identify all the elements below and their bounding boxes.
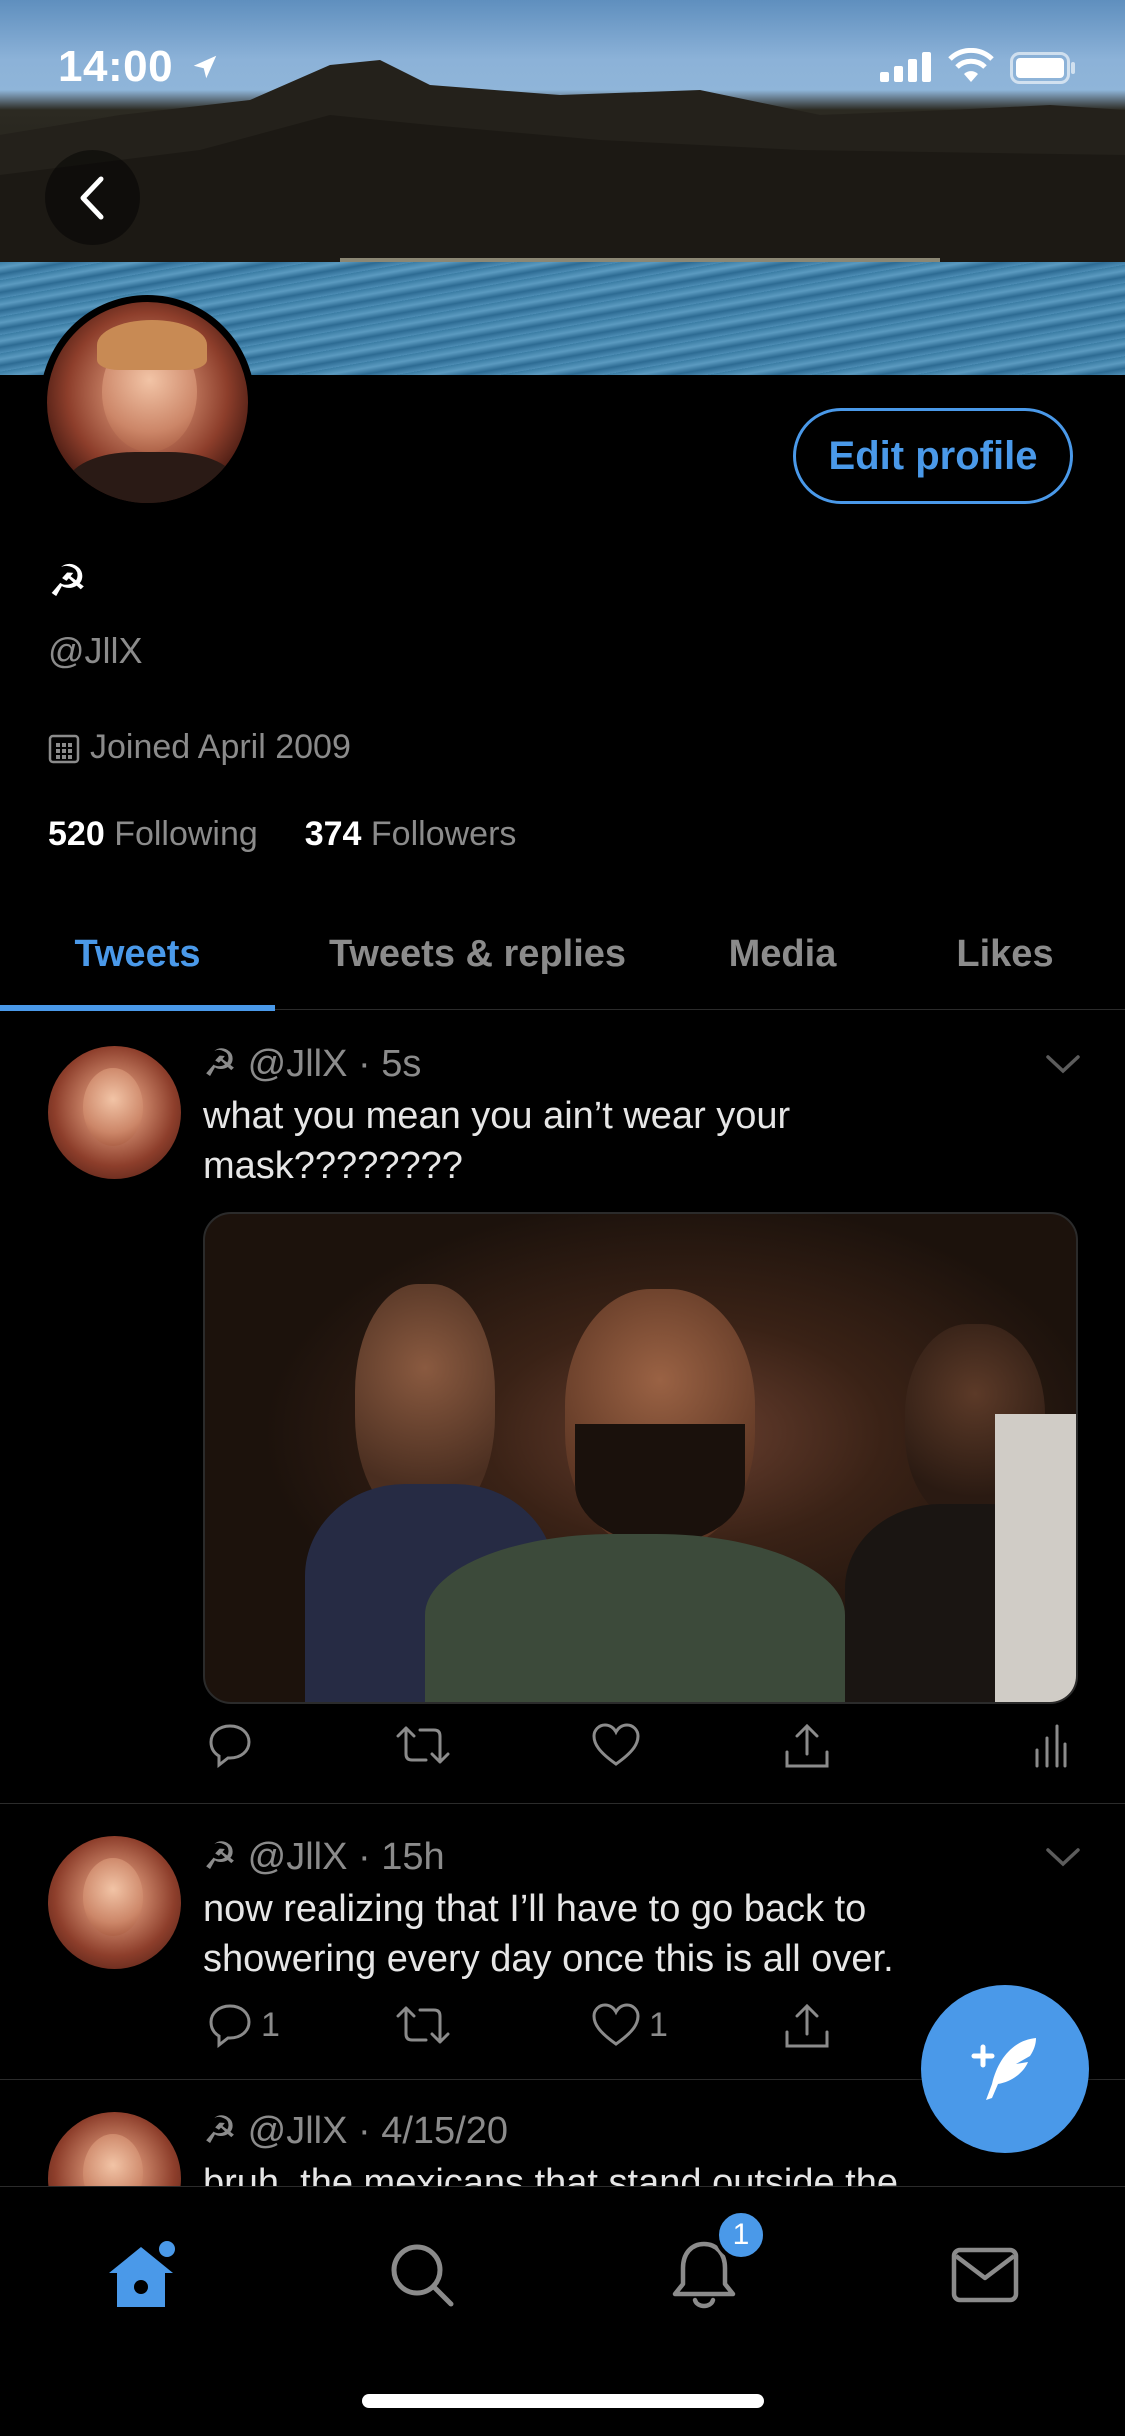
nav-search[interactable] <box>382 2235 462 2315</box>
tweet-text: now realizing that I’ll have to go back … <box>203 1888 894 1980</box>
tab-tweets-replies[interactable]: Tweets & replies <box>275 898 680 1010</box>
following-count: 520 <box>48 815 105 853</box>
tweet-text: what you mean you ain’t wear your mask??… <box>203 1095 791 1187</box>
location-arrow-icon <box>193 55 217 79</box>
wifi-icon <box>948 48 994 82</box>
joined-text: Joined April 2009 <box>90 728 351 766</box>
tweet-author-name: ☭ <box>203 2110 238 2152</box>
like-icon <box>592 2003 640 2046</box>
tweet-text: bruh, the mexicans that stand outside th… <box>203 2162 898 2186</box>
share-icon <box>785 2003 829 2048</box>
media-figure-center-body <box>425 1534 845 1702</box>
tweet-avatar[interactable] <box>48 1046 181 1179</box>
tweet-author-name: ☭ <box>203 1836 238 1878</box>
home-indicator[interactable] <box>362 2394 764 2408</box>
share-button[interactable] <box>783 2002 831 2050</box>
display-name: ☭ <box>48 557 88 606</box>
back-button[interactable] <box>45 150 140 245</box>
retweet-button[interactable] <box>396 1722 450 1768</box>
retweet-button[interactable] <box>396 2002 450 2048</box>
followers-link[interactable]: 374 Followers <box>305 815 517 853</box>
follow-stats: 520 Following 374 Followers <box>48 815 516 854</box>
analytics-icon <box>1035 1724 1067 1768</box>
tab-tweets[interactable]: Tweets <box>0 898 275 1010</box>
media-figure-center-beard <box>575 1424 745 1544</box>
reply-button[interactable] <box>207 1722 261 1768</box>
tweet-avatar[interactable] <box>48 2112 181 2186</box>
profile-tabs: Tweets Tweets & replies Media Likes <box>0 898 1125 1011</box>
battery-icon <box>1010 52 1075 84</box>
avatar-face <box>83 2134 143 2186</box>
tweet-media-image[interactable] <box>203 1212 1078 1704</box>
home-icon <box>109 2241 175 2307</box>
signal-icon <box>880 52 931 82</box>
chevron-down-icon[interactable] <box>1045 1053 1081 1077</box>
reply-icon <box>209 2004 251 2048</box>
tweet-time: 4/15/20 <box>381 2110 509 2152</box>
tab-media[interactable]: Media <box>680 898 885 1010</box>
tweet-time: 15h <box>381 1836 445 1878</box>
following-link[interactable]: 520 Following <box>48 815 258 853</box>
avatar-face <box>83 1858 143 1936</box>
reply-button[interactable]: 1 <box>207 2002 280 2048</box>
avatar-hair <box>97 320 207 370</box>
tweet-header: ☭ @JllX · 5s <box>203 1043 422 1085</box>
compose-tweet-button[interactable] <box>921 1985 1089 2153</box>
chevron-down-icon[interactable] <box>1045 1846 1081 1870</box>
retweet-icon <box>396 2006 450 2044</box>
followers-count: 374 <box>304 815 362 853</box>
tweet-header: ☭ @JllX · 4/15/20 <box>203 2110 509 2152</box>
like-icon <box>592 1723 640 1766</box>
followers-label: Followers <box>370 815 517 853</box>
notification-badge: 1 <box>715 2209 767 2261</box>
nav-messages[interactable] <box>945 2235 1025 2315</box>
back-arrow-icon <box>80 176 103 219</box>
calendar-icon <box>48 734 80 763</box>
reply-icon <box>209 1724 251 1768</box>
tab-likes[interactable]: Likes <box>885 898 1125 1010</box>
following-label: Following <box>114 815 258 853</box>
mail-icon <box>951 2247 1019 2303</box>
tweet-author-handle: @JllX <box>247 1836 348 1878</box>
like-count: 1 <box>649 2005 668 2044</box>
tweet-header: ☭ @JllX · 15h <box>203 1836 445 1878</box>
compose-icon <box>971 2038 1036 2100</box>
avatar-face <box>83 1068 143 1146</box>
like-button[interactable] <box>591 1722 649 1768</box>
retweet-icon <box>396 1726 450 1764</box>
joined-date: Joined April 2009 <box>48 728 351 767</box>
tweet-time: 5s <box>381 1043 422 1085</box>
tweet-actions <box>203 1722 1083 1782</box>
status-bar: 14:00 <box>0 0 1125 130</box>
tweet-avatar[interactable] <box>48 1836 181 1969</box>
profile-avatar[interactable] <box>40 295 255 510</box>
avatar-shirt <box>67 452 237 503</box>
analytics-button[interactable] <box>1033 1722 1069 1768</box>
tweet-author-handle: @JllX <box>247 2110 348 2152</box>
nav-home[interactable] <box>101 2235 181 2315</box>
reply-count: 1 <box>261 2005 280 2044</box>
media-figure-far-right <box>995 1414 1076 1702</box>
share-icon <box>785 1723 829 1768</box>
profile-handle: @JllX <box>48 630 143 671</box>
edit-profile-button[interactable]: Edit profile <box>793 408 1073 504</box>
tweet-author-name: ☭ <box>203 1043 238 1085</box>
search-icon <box>391 2244 454 2307</box>
share-button[interactable] <box>783 1722 831 1770</box>
status-time: 14:00 <box>58 42 174 91</box>
tweet-author-handle: @JllX <box>247 1043 348 1085</box>
like-button[interactable]: 1 <box>591 2002 668 2048</box>
